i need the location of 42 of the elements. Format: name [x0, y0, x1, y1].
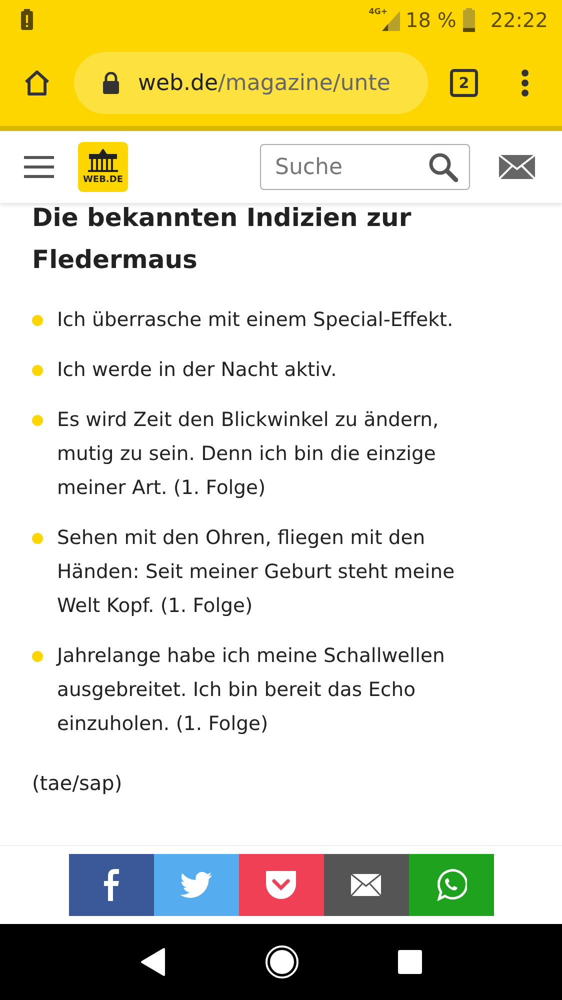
search-field[interactable]: Suche: [260, 144, 470, 190]
share-button[interactable]: [324, 854, 408, 916]
battery-alert-icon: [20, 9, 34, 31]
article-heading: Die bekannten Indizien zur Fledermaus: [32, 203, 412, 276]
bullet-dot: [32, 651, 43, 662]
share-button[interactable]: [238, 854, 324, 916]
home-circle-icon[interactable]: [264, 945, 299, 979]
back-icon[interactable]: [140, 947, 166, 977]
facebook-icon: [103, 869, 119, 901]
bullet-dot: [32, 533, 43, 544]
url-path: /magazine/unte: [218, 70, 390, 96]
share-button[interactable]: [68, 854, 154, 916]
pocket-icon: [264, 869, 298, 901]
battery-percent: 18 %: [406, 8, 456, 32]
clock: 22:22: [490, 8, 548, 32]
recents-icon[interactable]: [398, 950, 422, 974]
bullet-dot: [32, 315, 43, 326]
whatsapp-icon: [435, 869, 467, 901]
bullet-text: Jahrelange habe ich meine Schallwellen ausgebreitet. Ich bin bereit das Echo einzuholen. (1. Folge): [57, 643, 446, 737]
bird-icon: [180, 872, 212, 898]
article-credit: (tae/sap): [32, 771, 124, 795]
bullet-dot: [32, 365, 43, 376]
network-type-label: 4G+: [368, 7, 388, 16]
bullet-text: Ich werde in der Nacht aktiv.: [57, 357, 337, 383]
home-icon[interactable]: [22, 68, 52, 98]
bullet-text: Ich überrasche mit einem Special-Effekt.: [57, 307, 454, 333]
lock-icon: [102, 72, 120, 94]
search-icon[interactable]: [428, 152, 458, 182]
bullet-dot: [32, 415, 43, 426]
more-menu-icon[interactable]: [520, 68, 530, 98]
share-button[interactable]: [408, 854, 494, 916]
gate-icon: [86, 149, 120, 175]
bullet-text: Es wird Zeit den Blickwinkel zu ändern, mutig zu sein. Denn ich bin die einzige meiner Art. (1. Folge): [57, 407, 440, 501]
battery-icon: [462, 8, 476, 32]
site-logo[interactable]: WEB.DE: [78, 142, 128, 192]
mail-icon[interactable]: [498, 154, 536, 180]
mail-icon: [350, 873, 382, 897]
address-bar[interactable]: web.de/magazine/unte: [74, 52, 428, 114]
menu-icon[interactable]: [24, 155, 54, 179]
url-host: web.de: [138, 70, 218, 96]
tab-count-button[interactable]: 2: [450, 69, 478, 97]
bullet-text: Sehen mit den Ohren, fliegen mit den Händen: Seit meiner Geburt steht meine Welt Kopf. (1. Folge): [57, 525, 456, 619]
